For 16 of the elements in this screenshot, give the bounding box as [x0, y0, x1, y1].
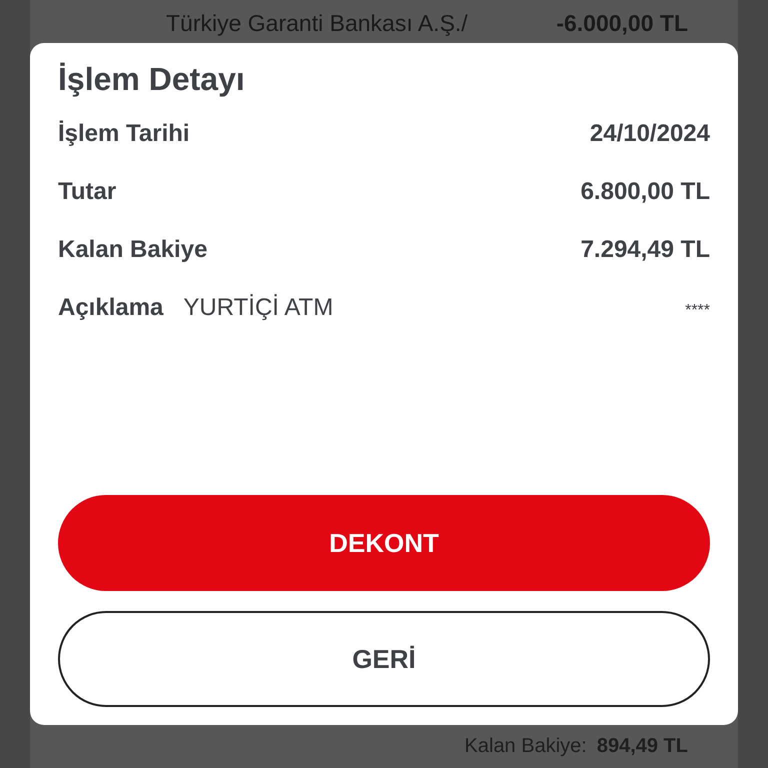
counterparty-name: Türkiye Garanti Bankası A.Ş./: [166, 10, 468, 37]
transaction-amount: -6.000,00 TL: [556, 10, 688, 37]
field-value: 7.294,49 TL: [580, 236, 710, 264]
balance-label: Kalan Bakiye:: [464, 735, 587, 758]
field-value: 6.800,00 TL: [580, 178, 710, 206]
receipt-button[interactable]: DEKONT: [58, 495, 710, 591]
field-label: Kalan Bakiye: [58, 236, 208, 264]
balance-value: 894,49 TL: [596, 735, 688, 758]
back-button[interactable]: GERİ: [58, 611, 710, 707]
field-value: 24/10/2024: [590, 120, 710, 148]
dialog-title: İşlem Detayı: [58, 61, 246, 98]
description-text: YURTİÇİ ATM: [183, 294, 334, 322]
field-label: Açıklama: [58, 294, 164, 322]
masked-number: ****: [685, 302, 710, 320]
field-label: Tutar: [58, 178, 116, 206]
field-label: İşlem Tarihi: [58, 120, 190, 148]
